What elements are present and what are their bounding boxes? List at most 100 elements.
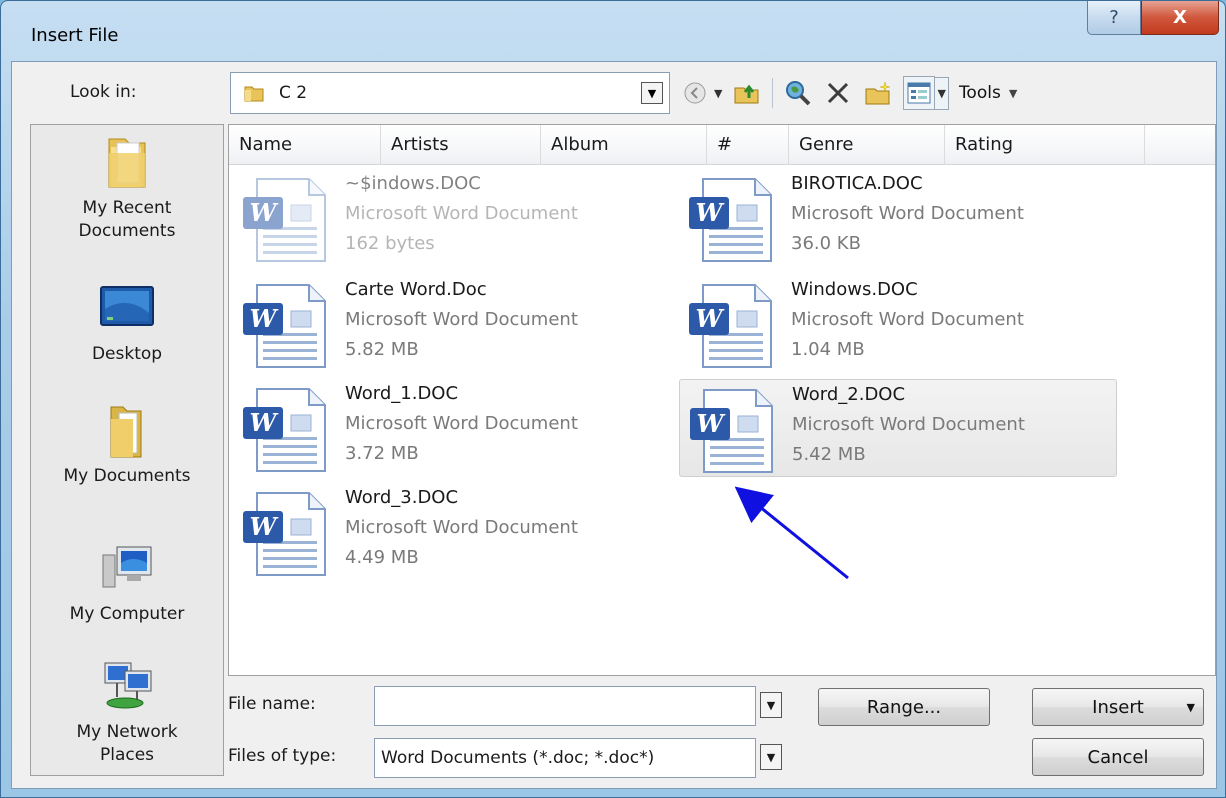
file-name-dropdown-button[interactable]: ▼ bbox=[760, 692, 782, 718]
file-name: Word_3.DOC bbox=[345, 487, 459, 508]
place-network[interactable]: My Network Places bbox=[31, 657, 223, 767]
file-name-input[interactable] bbox=[374, 686, 756, 726]
dialog-client: Look in: C 2 ▼ ▼ ▼ Tools ▼ My Recent Doc… bbox=[11, 61, 1217, 789]
place-recent-documents[interactable]: My Recent Documents bbox=[31, 133, 223, 243]
column-header-label: Rating bbox=[955, 134, 1014, 155]
file-type: Microsoft Word Document bbox=[791, 309, 1024, 330]
look-in-combobox[interactable]: C 2 ▼ bbox=[230, 72, 670, 114]
file-tile[interactable]: W Word_1.DOC Microsoft Word Document 3.72 M… bbox=[233, 379, 671, 477]
up-one-level-button[interactable] bbox=[732, 76, 762, 110]
chevron-down-icon: ▼ bbox=[647, 86, 657, 100]
file-tile[interactable]: W Word_2.DOC Microsoft Word Document 5.42 M… bbox=[679, 379, 1117, 477]
svg-text:W: W bbox=[250, 512, 279, 541]
delete-button[interactable] bbox=[823, 76, 853, 110]
title-bar[interactable]: Insert File ? X bbox=[1, 1, 1226, 57]
word-document-icon: W bbox=[243, 388, 326, 472]
file-size: 5.82 MB bbox=[345, 339, 419, 360]
file-size: 162 bytes bbox=[345, 233, 435, 254]
column-header-genre[interactable]: Genre bbox=[789, 125, 945, 165]
files-of-type-dropdown-button[interactable]: ▼ bbox=[760, 744, 782, 770]
desktop-icon bbox=[100, 286, 154, 326]
svg-text:W: W bbox=[697, 409, 726, 438]
up-folder-icon bbox=[734, 84, 759, 104]
svg-text:W: W bbox=[250, 408, 279, 437]
word-document-icon: W bbox=[689, 284, 772, 368]
file-tile[interactable]: W BIROTICA.DOC Microsoft Word Document 36.0… bbox=[679, 169, 1117, 267]
file-name: Word_2.DOC bbox=[792, 384, 906, 405]
files-of-type-label: Files of type: bbox=[228, 746, 337, 766]
file-type: Microsoft Word Document bbox=[345, 517, 578, 538]
close-button[interactable]: X bbox=[1141, 1, 1219, 35]
insert-button-label: Insert bbox=[1092, 696, 1144, 718]
close-icon: X bbox=[1173, 7, 1187, 28]
help-button[interactable]: ? bbox=[1087, 1, 1141, 35]
new-folder-icon bbox=[865, 81, 891, 105]
word-document-icon: W bbox=[689, 178, 772, 262]
place-my-computer[interactable]: My Computer bbox=[31, 539, 223, 626]
window-title: Insert File bbox=[31, 25, 119, 46]
file-type: Microsoft Word Document bbox=[345, 309, 578, 330]
my-computer-icon bbox=[102, 546, 152, 588]
views-dropdown-arrow-icon[interactable]: ▼ bbox=[934, 76, 949, 110]
range-button-label: Range... bbox=[866, 696, 942, 718]
column-header-name[interactable]: Name bbox=[229, 125, 381, 165]
cancel-button-label: Cancel bbox=[1087, 746, 1149, 768]
file-tile[interactable]: W Carte Word.Doc Microsoft Word Document 5.… bbox=[233, 275, 671, 373]
search-web-button[interactable] bbox=[783, 76, 813, 110]
place-label: My Network Places bbox=[76, 722, 178, 765]
column-header-artists[interactable]: Artists bbox=[381, 125, 541, 165]
file-type: Microsoft Word Document bbox=[345, 413, 578, 434]
file-name: BIROTICA.DOC bbox=[791, 173, 923, 194]
new-folder-button[interactable] bbox=[863, 76, 893, 110]
file-tile[interactable]: W Word_3.DOC Microsoft Word Document 4.49 M… bbox=[233, 483, 671, 581]
file-name: Word_1.DOC bbox=[345, 383, 459, 404]
look-in-value: C 2 bbox=[279, 83, 308, 103]
place-my-documents[interactable]: My Documents bbox=[31, 401, 223, 488]
column-header-album[interactable]: Album bbox=[541, 125, 707, 165]
place-label: My Recent Documents bbox=[78, 198, 176, 241]
tools-menu-button[interactable]: Tools ▼ bbox=[959, 76, 1017, 110]
recent-documents-icon bbox=[108, 138, 146, 188]
files-of-type-select[interactable]: Word Documents (*.doc; *.doc*) bbox=[374, 738, 756, 778]
svg-text:W: W bbox=[250, 304, 279, 333]
views-icon bbox=[907, 82, 931, 104]
word-document-icon: W bbox=[243, 284, 326, 368]
file-tile[interactable]: W ~$indows.DOC Microsoft Word Document 162 … bbox=[233, 169, 671, 267]
place-desktop[interactable]: Desktop bbox=[31, 279, 223, 366]
file-size: 5.42 MB bbox=[792, 444, 866, 465]
chevron-down-icon: ▼ bbox=[766, 698, 776, 712]
look-in-dropdown-button[interactable]: ▼ bbox=[641, 82, 663, 104]
word-document-icon: W bbox=[690, 389, 773, 473]
folder-icon bbox=[244, 86, 264, 102]
insert-button[interactable]: Insert ▼ bbox=[1032, 688, 1204, 726]
file-type: Microsoft Word Document bbox=[345, 203, 578, 224]
file-size: 3.72 MB bbox=[345, 443, 419, 464]
chevron-down-icon: ▼ bbox=[766, 750, 776, 764]
file-name: Windows.DOC bbox=[791, 279, 918, 300]
file-size: 1.04 MB bbox=[791, 339, 865, 360]
place-label: My Computer bbox=[69, 604, 185, 624]
file-name: Carte Word.Doc bbox=[345, 279, 487, 300]
column-header-rating[interactable]: Rating bbox=[945, 125, 1145, 165]
range-button[interactable]: Range... bbox=[818, 688, 990, 726]
file-list: Name Artists Album # Genre Rating W ~$ind… bbox=[228, 124, 1216, 676]
column-header-label: Genre bbox=[799, 134, 854, 155]
dialog-body: Look in: C 2 ▼ ▼ ▼ Tools ▼ My Recent Doc… bbox=[12, 62, 1216, 788]
tools-dropdown-arrow-icon: ▼ bbox=[1008, 86, 1018, 100]
tools-label: Tools bbox=[958, 83, 1001, 103]
file-tile[interactable]: W Windows.DOC Microsoft Word Document 1.04 … bbox=[679, 275, 1117, 373]
file-type: Microsoft Word Document bbox=[791, 203, 1024, 224]
file-name-label: File name: bbox=[228, 694, 316, 714]
help-icon: ? bbox=[1109, 7, 1119, 28]
file-type: Microsoft Word Document bbox=[792, 414, 1025, 435]
insert-dropdown-arrow-icon[interactable]: ▼ bbox=[1187, 701, 1195, 714]
views-button[interactable] bbox=[903, 76, 936, 110]
back-arrow-icon bbox=[684, 82, 706, 104]
back-history-arrow-icon[interactable]: ▼ bbox=[714, 87, 722, 100]
files-of-type-value: Word Documents (*.doc; *.doc*) bbox=[381, 748, 655, 768]
cancel-button[interactable]: Cancel bbox=[1032, 738, 1204, 776]
file-size: 36.0 KB bbox=[791, 233, 861, 254]
svg-text:W: W bbox=[696, 198, 725, 227]
column-header-number[interactable]: # bbox=[707, 125, 789, 165]
back-button[interactable] bbox=[680, 76, 710, 110]
